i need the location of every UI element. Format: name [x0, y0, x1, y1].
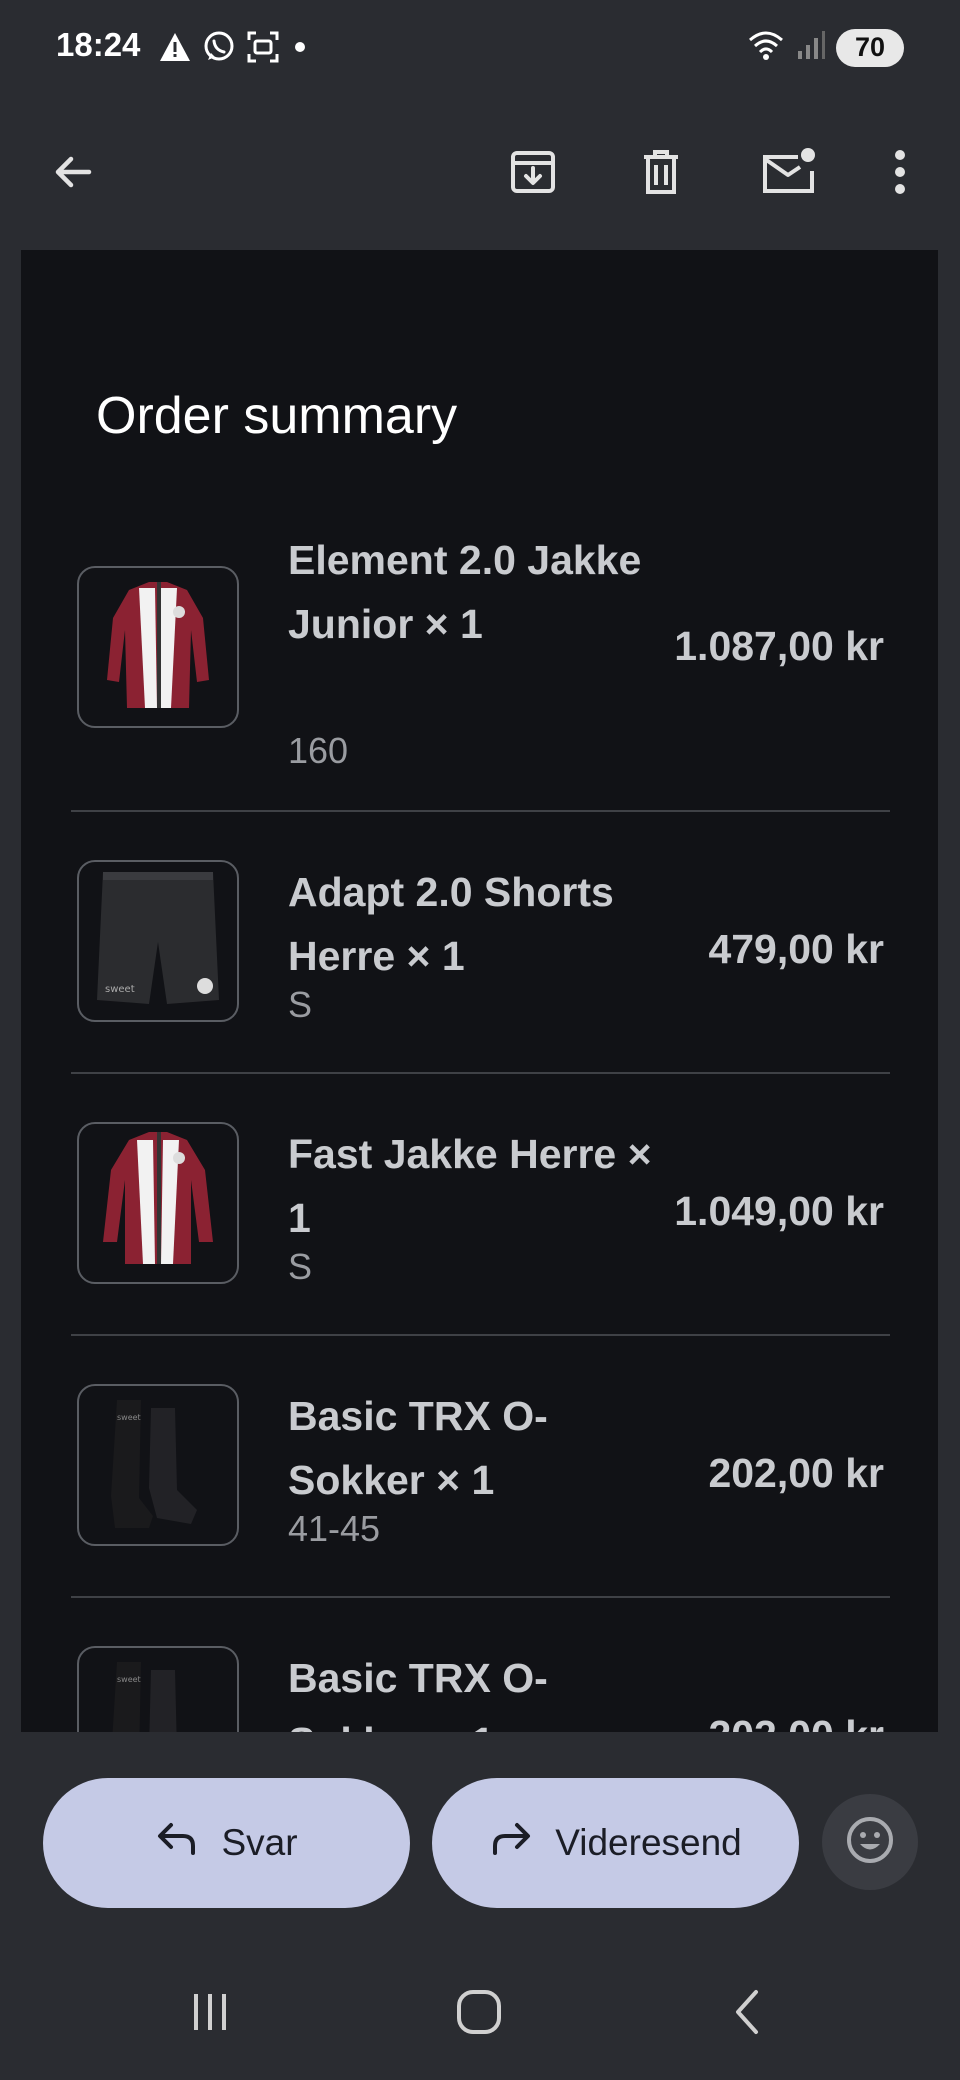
system-nav-bar [0, 1922, 960, 2080]
forward-button[interactable]: Videresend [432, 1778, 799, 1908]
action-bar: Svar Videresend [0, 1732, 960, 1922]
smiley-icon [845, 1815, 895, 1870]
item-variant: 41-45 [288, 1508, 381, 1549]
product-thumbnail-jacket [77, 566, 239, 728]
order-item[interactable]: sweet Adapt 2.0 Shorts Herre × 1 S 479,0… [71, 812, 890, 1074]
back-arrow-icon[interactable] [33, 132, 113, 212]
product-thumbnail-socks: sweet [77, 1646, 239, 1732]
reply-button[interactable]: Svar [43, 1778, 410, 1908]
item-variant: 160 [288, 730, 349, 771]
screenshot-icon [246, 30, 280, 69]
item-name: Basic TRX O-Sokker × 1 [288, 1655, 548, 1732]
recent-apps-icon[interactable] [170, 1972, 250, 2052]
item-price: 1.087,00 kr [674, 623, 884, 669]
mark-unread-icon[interactable] [749, 132, 829, 212]
alert-icon [158, 31, 192, 68]
status-bar: 18:24 70 [0, 0, 960, 100]
signal-icon [796, 29, 826, 66]
status-time: 18:24 [56, 26, 141, 63]
item-name: Adapt 2.0 Shorts Herre × 1 [288, 869, 614, 979]
status-icons-left [158, 30, 310, 69]
item-variant: S [288, 1246, 313, 1287]
item-price: 1.049,00 kr [674, 1188, 884, 1234]
item-name: Element 2.0 Jakke Junior × 1 [288, 537, 642, 647]
item-name: Basic TRX O-Sokker × 1 [288, 1393, 548, 1503]
svg-text:sweet: sweet [105, 984, 135, 995]
order-summary-title: Order summary [96, 387, 458, 445]
whatsapp-icon [202, 30, 236, 69]
item-price: 202,00 kr [708, 1450, 884, 1496]
top-app-bar [0, 100, 960, 250]
order-item[interactable]: sweet Basic TRX O-Sokker × 1 41-45 202,0… [71, 1336, 890, 1598]
home-icon[interactable] [439, 1972, 519, 2052]
order-item[interactable]: Fast Jakke Herre × 1 S 1.049,00 kr [71, 1074, 890, 1336]
archive-icon[interactable] [493, 132, 573, 212]
wifi-icon [746, 28, 786, 67]
product-thumbnail-socks: sweet [77, 1384, 239, 1546]
reply-icon [155, 1819, 199, 1868]
screen: 18:24 70 Order summary Element 2.0 Jakke… [0, 0, 960, 2080]
order-item[interactable]: sweet Basic TRX O-Sokker × 1 202,00 kr [71, 1598, 890, 1732]
order-item[interactable]: Element 2.0 Jakke Junior × 1 160 1.087,0… [71, 528, 890, 818]
emoji-reaction-button[interactable] [822, 1794, 918, 1890]
forward-icon [489, 1819, 533, 1868]
item-price: 479,00 kr [708, 926, 884, 972]
item-name: Fast Jakke Herre × 1 [288, 1131, 652, 1241]
battery-indicator: 70 [836, 28, 904, 67]
back-nav-icon[interactable] [708, 1972, 788, 2052]
status-icons-right: 70 [746, 28, 904, 67]
delete-icon[interactable] [621, 132, 701, 212]
product-thumbnail-shorts: sweet [77, 860, 239, 1022]
svg-text:sweet: sweet [117, 1675, 141, 1684]
product-thumbnail-jacket [77, 1122, 239, 1284]
item-variant: S [288, 984, 313, 1025]
forward-label: Videresend [555, 1822, 742, 1863]
more-vert-icon[interactable] [860, 132, 940, 212]
reply-label: Svar [221, 1822, 298, 1863]
item-price: 202,00 kr [708, 1712, 884, 1732]
svg-text:sweet: sweet [117, 1413, 141, 1422]
email-content: Order summary Element 2.0 Jakke Junior ×… [21, 250, 938, 1732]
dot-icon [290, 37, 310, 62]
